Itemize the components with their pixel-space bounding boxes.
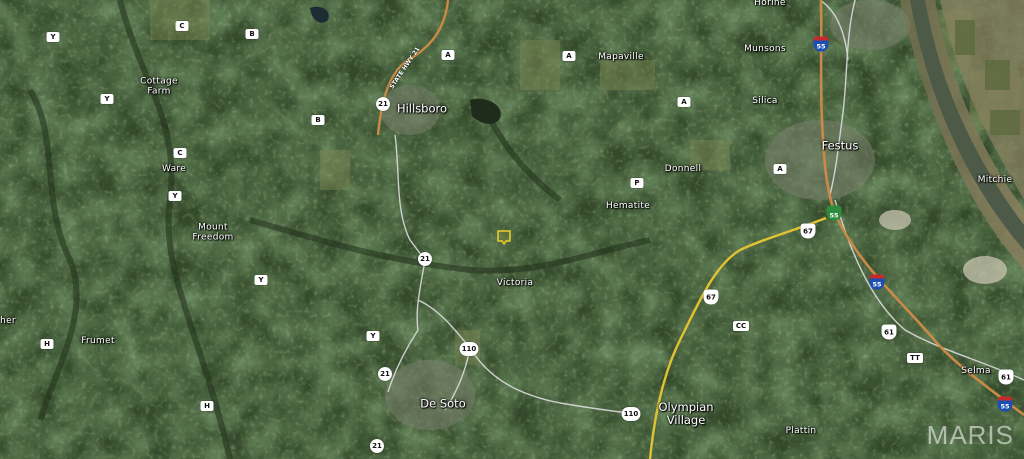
route-shield-y: Y bbox=[168, 191, 182, 201]
route-shield-a: A bbox=[441, 50, 455, 60]
us-route-shield-61: 61 bbox=[998, 369, 1014, 385]
route-shield-tt: TT bbox=[907, 353, 923, 363]
interstate-shield-55: 55 bbox=[869, 274, 885, 290]
route-shield-y: Y bbox=[46, 32, 60, 42]
place-label-de-soto[interactable]: De Soto bbox=[420, 397, 465, 410]
route-shield-y: Y bbox=[366, 331, 380, 341]
state-route-shield-21: 21 bbox=[418, 252, 432, 266]
place-label-hematite[interactable]: Hematite bbox=[606, 201, 650, 211]
state-route-shield-21: 21 bbox=[376, 97, 390, 111]
route-shield-b: B bbox=[311, 115, 325, 125]
route-shield-a: A bbox=[562, 51, 576, 61]
place-label-festus[interactable]: Festus bbox=[822, 139, 859, 152]
place-label-donnell[interactable]: Donnell bbox=[665, 164, 701, 174]
us-route-shield-61: 61 bbox=[881, 324, 897, 340]
route-shield-y: Y bbox=[254, 275, 268, 285]
property-pin-icon[interactable] bbox=[496, 229, 512, 247]
watermark-logo: MARIS bbox=[926, 420, 1014, 450]
place-label-plattin[interactable]: Plattin bbox=[786, 426, 817, 436]
place-label-edge[interactable]: her bbox=[0, 316, 16, 326]
state-route-shield-21: 21 bbox=[370, 439, 384, 453]
route-shield-c: C bbox=[175, 21, 189, 31]
route-shield-y: Y bbox=[100, 94, 114, 104]
place-label-victoria[interactable]: Victoria bbox=[497, 278, 534, 288]
route-shield-a: A bbox=[773, 164, 787, 174]
route-shield-cc: CC bbox=[733, 321, 749, 331]
route-shield-h: H bbox=[200, 401, 214, 411]
us-route-shield-67: 67 bbox=[703, 289, 719, 305]
place-label-mitchie[interactable]: Mitchie bbox=[978, 175, 1013, 185]
place-label-horine[interactable]: Horine bbox=[754, 0, 786, 8]
place-label-hillsboro[interactable]: Hillsboro bbox=[397, 102, 447, 115]
interstate-shield-55: 55 bbox=[813, 36, 829, 52]
route-shield-a: A bbox=[677, 97, 691, 107]
route-shield-p: P bbox=[630, 178, 644, 188]
route-shield-b: B bbox=[245, 29, 259, 39]
interstate-shield-55: 55 bbox=[997, 396, 1013, 412]
place-label-mapaville[interactable]: Mapaville bbox=[598, 52, 644, 62]
place-label-olympian-village[interactable]: Olympian Village bbox=[656, 400, 716, 427]
route-shield-h: H bbox=[40, 339, 54, 349]
place-label-silica[interactable]: Silica bbox=[752, 96, 777, 106]
place-label-cottage-farm[interactable]: Cottage Farm bbox=[137, 77, 181, 98]
state-route-shield-21: 21 bbox=[378, 367, 392, 381]
place-label-frumet[interactable]: Frumet bbox=[81, 336, 115, 346]
satellite-terrain bbox=[0, 0, 1024, 459]
interstate-shield-55: 55 bbox=[826, 205, 842, 221]
map-view[interactable]: Hillsboro Festus De Soto Olympian Villag… bbox=[0, 0, 1024, 459]
state-route-shield-110: 110 bbox=[621, 407, 641, 421]
us-route-shield-67: 67 bbox=[800, 223, 816, 239]
place-label-mount-freedom[interactable]: Mount Freedom bbox=[189, 223, 237, 244]
place-label-selma[interactable]: Selma bbox=[961, 366, 991, 376]
place-label-munsons[interactable]: Munsons bbox=[744, 44, 786, 54]
place-label-ware[interactable]: Ware bbox=[162, 164, 186, 174]
state-route-shield-110: 110 bbox=[459, 342, 479, 356]
route-shield-c: C bbox=[173, 148, 187, 158]
